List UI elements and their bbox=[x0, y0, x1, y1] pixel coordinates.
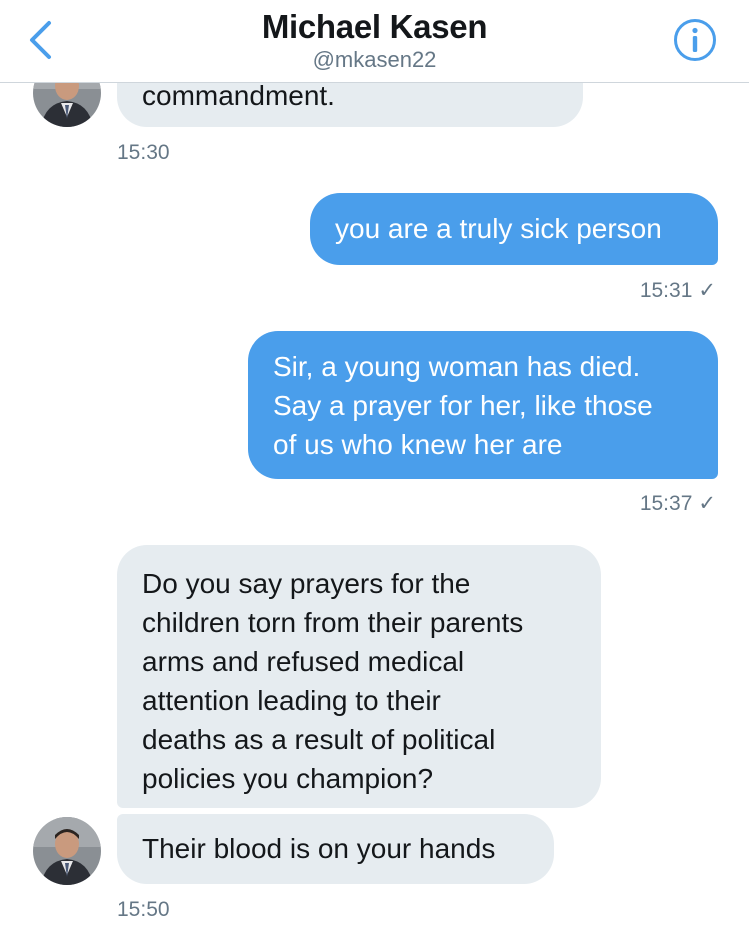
message-timestamp: 15:50 bbox=[117, 898, 170, 921]
message-text: commandment. bbox=[142, 80, 335, 111]
message-text-line: arms and refused medical bbox=[142, 646, 465, 677]
message-text: you are a truly sick person bbox=[335, 213, 662, 244]
contact-handle[interactable]: @mkasen22 bbox=[0, 47, 749, 73]
message-thread[interactable]: commandment. 15:30 you are a truly sick … bbox=[0, 0, 749, 936]
message-timestamp: 15:37 ✓ bbox=[639, 492, 716, 515]
message-timestamp: 15:31 ✓ bbox=[639, 279, 716, 302]
sent-check-icon: ✓ bbox=[698, 492, 716, 515]
message-text-line: deaths as a result of political bbox=[142, 724, 496, 755]
message-text-line: Do you say prayers for the bbox=[142, 568, 471, 599]
message-text-line: children torn from their parents bbox=[142, 607, 524, 638]
avatar[interactable] bbox=[33, 817, 101, 885]
message-bubble-incoming[interactable]: Their blood is on your hands bbox=[117, 814, 554, 884]
message-text-line: attention leading to their bbox=[142, 685, 441, 716]
message-text-line: of us who knew her are bbox=[273, 429, 563, 460]
message-text-line: Say a prayer for her, like those bbox=[273, 390, 653, 421]
message-timestamp: 15:30 bbox=[117, 141, 170, 164]
message-bubble-outgoing[interactable]: you are a truly sick person bbox=[310, 193, 718, 265]
sent-check-icon: ✓ bbox=[698, 279, 716, 302]
message-text-line: Sir, a young woman has died. bbox=[273, 351, 641, 382]
conversation-header: Michael Kasen @mkasen22 bbox=[0, 0, 749, 83]
message-bubble-outgoing[interactable]: Sir, a young woman has died. Say a praye… bbox=[248, 331, 718, 479]
contact-name[interactable]: Michael Kasen bbox=[0, 8, 749, 46]
info-circle-icon bbox=[674, 19, 716, 61]
message-bubble-incoming[interactable]: Do you say prayers for the children torn… bbox=[117, 545, 601, 808]
info-button[interactable] bbox=[673, 18, 717, 62]
message-text-line: policies you champion? bbox=[142, 763, 434, 794]
message-text: Their blood is on your hands bbox=[142, 833, 496, 864]
